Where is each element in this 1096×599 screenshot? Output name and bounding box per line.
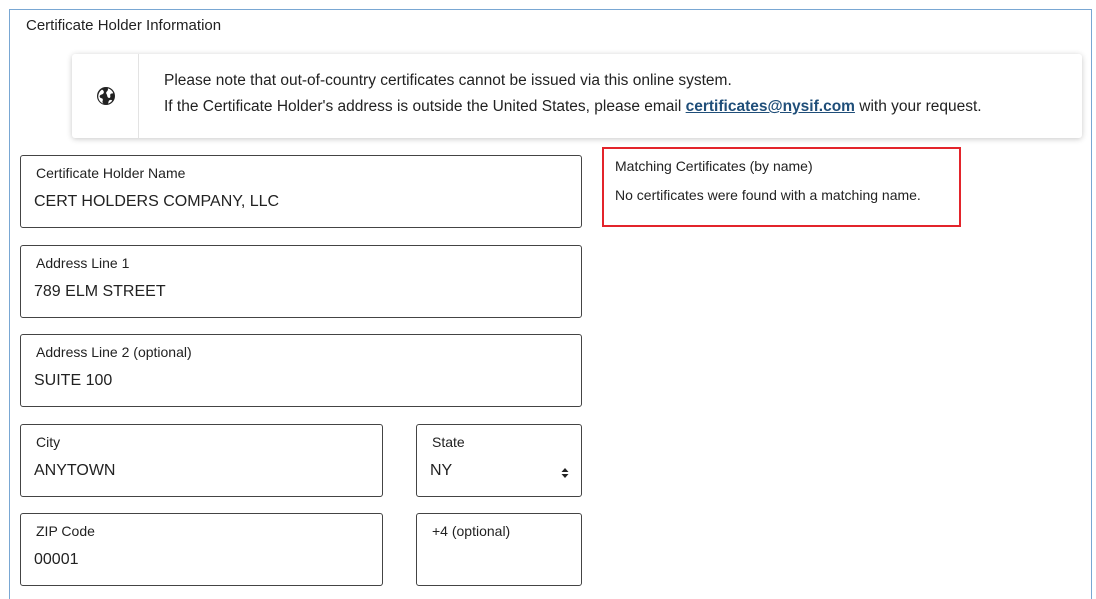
notice-line-2-suffix: with your request. [854,98,982,115]
matching-certificates-title: Matching Certificates (by name) [615,158,813,174]
certificate-holder-name-label: Certificate Holder Name [36,165,186,181]
notice-line-2-prefix: If the Certificate Holder's address is o… [164,98,686,115]
zip-code-field[interactable]: ZIP Code 00001 [20,513,383,586]
matching-certificates-message: No certificates were found with a matchi… [615,187,921,203]
address-line-1-value[interactable]: 789 ELM STREET [34,283,166,301]
address-line-2-label: Address Line 2 (optional) [36,344,192,360]
section-title: Certificate Holder Information [26,17,222,34]
address-line-1-label: Address Line 1 [36,255,130,271]
zip-code-value[interactable]: 00001 [34,551,79,569]
address-line-1-field[interactable]: Address Line 1 789 ELM STREET [20,245,582,318]
sort-arrows-icon[interactable] [561,467,569,479]
state-value[interactable]: NY [430,462,452,480]
certificate-holder-name-field[interactable]: Certificate Holder Name CERT HOLDERS COM… [20,155,582,228]
matching-certificates-panel: Matching Certificates (by name) No certi… [602,147,961,227]
city-value[interactable]: ANYTOWN [34,462,115,480]
globe-icon [97,87,115,105]
city-field[interactable]: City ANYTOWN [20,424,383,497]
plus4-label: +4 (optional) [432,523,511,539]
notice-line-1: Please note that out-of-country certific… [164,72,732,89]
email-link[interactable]: certificates@nysif.com [686,98,855,115]
certificate-holder-name-value[interactable]: CERT HOLDERS COMPANY, LLC [34,193,279,211]
state-label: State [432,434,465,450]
state-select[interactable]: State NY [416,424,582,497]
address-line-2-field[interactable]: Address Line 2 (optional) SUITE 100 [20,334,582,407]
plus4-field[interactable]: +4 (optional) [416,513,582,586]
notice-icon-cell [72,54,139,138]
city-label: City [36,434,61,450]
notice-line-2: If the Certificate Holder's address is o… [164,98,982,116]
out-of-country-notice: Please note that out-of-country certific… [72,54,1082,138]
address-line-2-value[interactable]: SUITE 100 [34,372,112,390]
zip-code-label: ZIP Code [36,523,95,539]
